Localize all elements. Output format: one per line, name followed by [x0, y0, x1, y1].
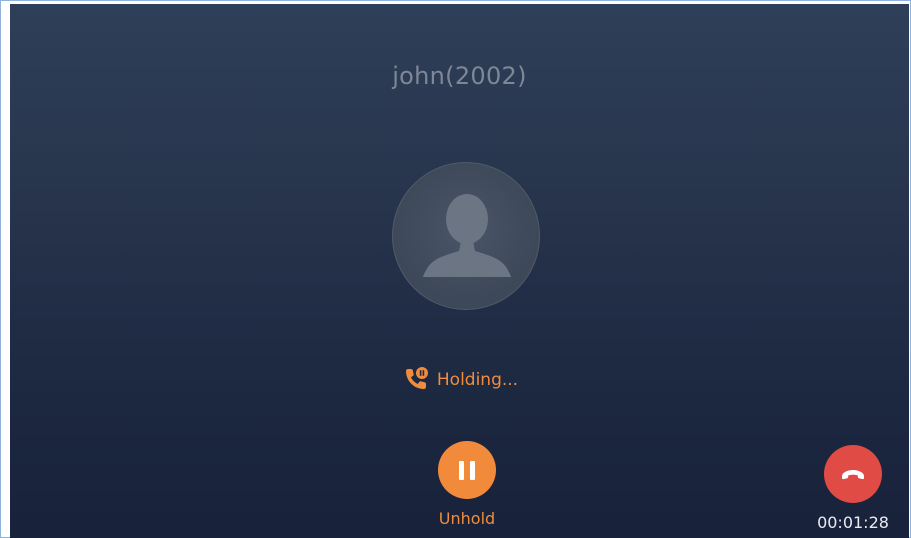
call-status: Holding... — [10, 366, 909, 394]
contact-avatar — [392, 162, 540, 310]
call-screen: john(2002) Holding... Unhold 00:01:28 — [10, 4, 909, 538]
end-call-button[interactable] — [824, 445, 882, 503]
pause-icon — [456, 460, 478, 480]
end-call-control: 00:01:28 — [813, 445, 893, 532]
call-status-text: Holding... — [436, 370, 519, 390]
unhold-button[interactable] — [438, 441, 496, 499]
call-timer: 00:01:28 — [817, 513, 889, 532]
caller-name: john(2002) — [392, 62, 527, 90]
unhold-label: Unhold — [438, 509, 496, 528]
phone-hold-icon — [401, 366, 429, 394]
person-silhouette-icon — [423, 194, 511, 277]
hang-up-icon — [842, 470, 864, 480]
device-frame: john(2002) Holding... Unhold 00:01:28 — [0, 0, 911, 538]
unhold-control: Unhold — [431, 441, 503, 528]
